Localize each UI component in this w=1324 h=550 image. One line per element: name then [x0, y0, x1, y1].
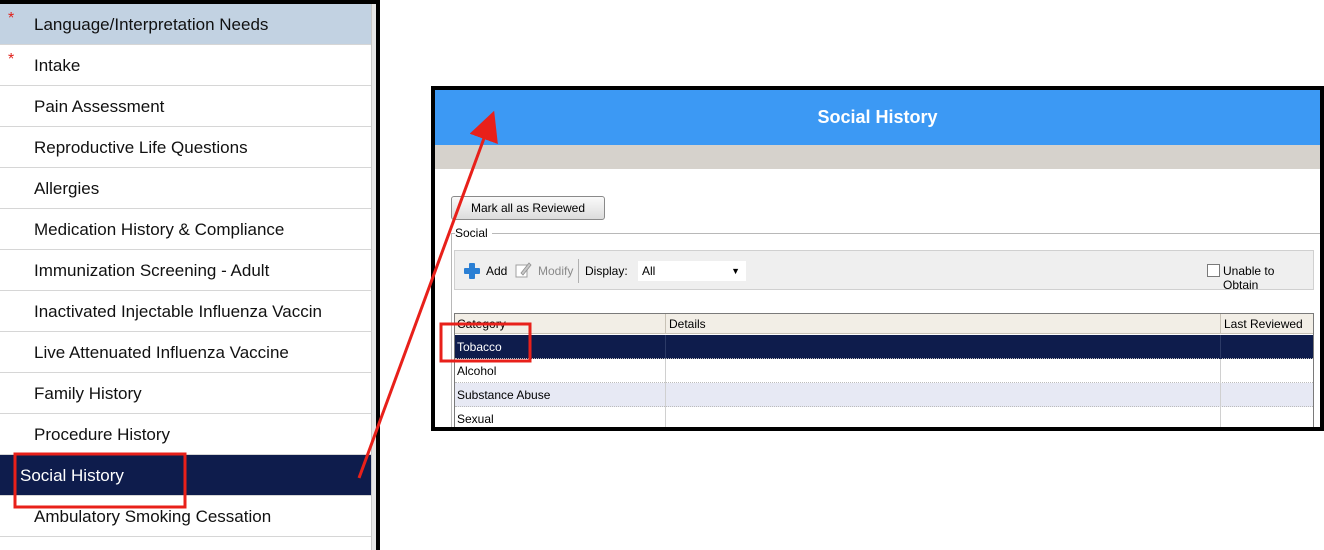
row-divider: [665, 407, 666, 427]
nav-item-language-interpretation[interactable]: * Language/Interpretation Needs: [0, 4, 371, 45]
nav-item-label: Social History: [20, 466, 124, 485]
table-row[interactable]: Alcohol: [455, 359, 1313, 383]
cell-details: [667, 407, 669, 427]
nav-item-label: Inactivated Injectable Influenza Vaccin: [34, 302, 322, 321]
column-header-last-reviewed[interactable]: Last Reviewed: [1222, 314, 1303, 334]
nav-item-procedure-history[interactable]: Procedure History: [0, 414, 371, 455]
social-history-window: Social History Mark all as Reviewed Soci…: [431, 86, 1324, 431]
toolbar-separator: [578, 259, 579, 283]
nav-item-label: Allergies: [34, 179, 100, 198]
nav-item-label: Immunization Screening - Adult: [34, 261, 270, 280]
nav-item-intake[interactable]: * Intake: [0, 45, 371, 86]
required-marker: *: [8, 51, 15, 68]
mark-all-reviewed-button[interactable]: Mark all as Reviewed: [451, 196, 605, 220]
column-header-category[interactable]: Category: [455, 314, 506, 334]
section-nav-panel: * Language/Interpretation Needs * Intake…: [0, 0, 380, 550]
table-row[interactable]: Tobacco: [455, 335, 1313, 359]
nav-item-social-history[interactable]: Social History: [0, 455, 371, 496]
social-group-label: Social: [455, 226, 492, 240]
plus-icon[interactable]: [463, 262, 481, 280]
social-history-grid: Category Details Last Reviewed Tobacco A…: [454, 313, 1314, 427]
nav-scrollbar[interactable]: [371, 4, 376, 550]
cell-last-reviewed: [1222, 383, 1224, 407]
cell-details: [667, 359, 669, 383]
cell-last-reviewed: [1222, 359, 1224, 383]
row-divider: [1220, 407, 1221, 427]
display-select[interactable]: All ▼: [637, 260, 747, 282]
chevron-down-icon: ▼: [731, 266, 740, 276]
add-button[interactable]: Add: [486, 264, 507, 278]
nav-item-label: Language/Interpretation Needs: [34, 15, 269, 34]
social-toolbar: Add Modify Display: All ▼ Unable to Obta…: [454, 250, 1314, 292]
unable-to-obtain-checkbox[interactable]: [1207, 264, 1220, 277]
nav-item-label: Medication History & Compliance: [34, 220, 285, 239]
modify-button[interactable]: Modify: [538, 264, 573, 278]
column-divider[interactable]: [665, 314, 666, 334]
nav-item-ambulatory-smoking-cessation[interactable]: Ambulatory Smoking Cessation: [0, 496, 371, 537]
row-divider: [665, 359, 666, 383]
column-divider[interactable]: [1220, 314, 1221, 334]
row-divider: [1220, 359, 1221, 383]
nav-item-immunization-screening[interactable]: Immunization Screening - Adult: [0, 250, 371, 291]
required-marker: *: [8, 10, 15, 27]
nav-item-label: Live Attenuated Influenza Vaccine: [34, 343, 289, 362]
nav-item-allergies[interactable]: Allergies: [0, 168, 371, 209]
nav-item-live-attenuated-influenza[interactable]: Live Attenuated Influenza Vaccine: [0, 332, 371, 373]
nav-item-label: Procedure History: [34, 425, 171, 444]
cell-category: Alcohol: [457, 364, 497, 378]
unable-to-obtain-label: Unable to Obtain: [1223, 264, 1275, 292]
row-divider: [665, 335, 666, 359]
table-row[interactable]: Substance Abuse: [455, 383, 1313, 407]
window-title: Social History: [435, 90, 1320, 145]
title-band: [435, 145, 1320, 169]
row-divider: [665, 383, 666, 407]
display-label: Display:: [585, 264, 628, 278]
cell-category: Substance Abuse: [457, 388, 551, 402]
cell-category: Sexual: [457, 412, 494, 426]
nav-item-inactivated-influenza[interactable]: Inactivated Injectable Influenza Vaccin: [0, 291, 371, 332]
nav-item-label: Reproductive Life Questions: [34, 138, 248, 157]
grid-header: Category Details Last Reviewed: [455, 314, 1313, 334]
cell-last-reviewed: [1222, 335, 1224, 359]
cell-details: [667, 335, 669, 359]
nav-item-medication-history[interactable]: Medication History & Compliance: [0, 209, 371, 250]
edit-icon[interactable]: [514, 261, 532, 279]
row-divider: [1220, 335, 1221, 359]
nav-item-reproductive-life[interactable]: Reproductive Life Questions: [0, 127, 371, 168]
column-header-details[interactable]: Details: [667, 314, 706, 334]
row-divider: [1220, 383, 1221, 407]
table-row[interactable]: Sexual: [455, 407, 1313, 427]
nav-item-label: Family History: [34, 384, 142, 403]
cell-last-reviewed: [1222, 407, 1224, 427]
cell-details: [667, 383, 669, 407]
nav-item-family-history[interactable]: Family History: [0, 373, 371, 414]
nav-item-pain-assessment[interactable]: Pain Assessment: [0, 86, 371, 127]
nav-item-label: Pain Assessment: [34, 97, 165, 116]
nav-item-label: Intake: [34, 56, 81, 75]
display-select-value: All: [642, 264, 656, 278]
cell-category: Tobacco: [457, 340, 502, 354]
nav-item-label: Ambulatory Smoking Cessation: [34, 507, 272, 526]
